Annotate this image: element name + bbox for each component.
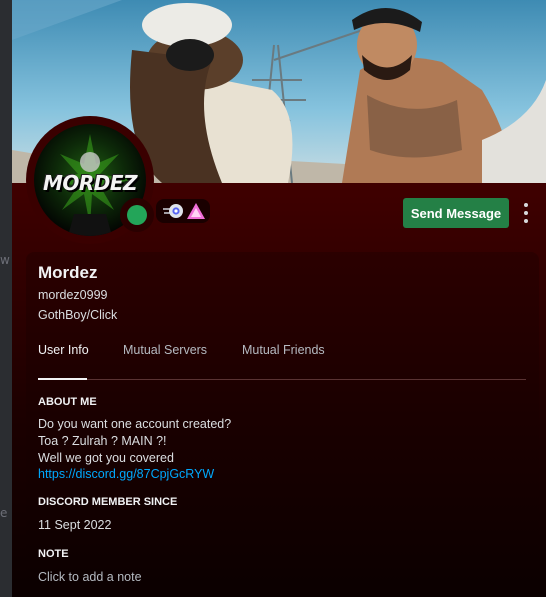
- user-profile-modal: MORDEZ Send Message Mordez mordez0999 Go…: [12, 0, 546, 597]
- tab-mutual-friends[interactable]: Mutual Friends: [242, 343, 325, 357]
- note-input[interactable]: Click to add a note: [38, 570, 142, 584]
- send-message-button[interactable]: Send Message: [403, 198, 509, 228]
- avatar[interactable]: MORDEZ: [26, 116, 154, 244]
- online-status-icon: [127, 205, 147, 225]
- avatar-logo-text: MORDEZ: [42, 171, 138, 195]
- about-me-line: Toa ? Zulrah ? MAIN ?!: [38, 434, 167, 448]
- about-me-title: ABOUT ME: [38, 396, 97, 408]
- active-tab-indicator: [38, 378, 87, 380]
- about-me-line: Do you want one account created?: [38, 417, 232, 431]
- username: mordez0999: [38, 288, 108, 302]
- hypesquad-speed-icon[interactable]: [162, 202, 184, 220]
- tab-user-info[interactable]: User Info: [38, 343, 89, 357]
- more-options-icon[interactable]: [519, 200, 533, 226]
- about-me-line: Well we got you covered: [38, 451, 174, 465]
- display-name: Mordez: [38, 263, 98, 282]
- triangle-badge-icon[interactable]: [186, 202, 206, 220]
- pronouns: GothBoy/Click: [38, 308, 118, 322]
- background-text: e: [0, 506, 8, 520]
- tab-mutual-servers[interactable]: Mutual Servers: [123, 343, 207, 357]
- member-since-date: 11 Sept 2022: [38, 518, 112, 532]
- note-title: NOTE: [38, 548, 69, 560]
- background-text: w: [0, 253, 10, 267]
- background-server-panel: w e: [0, 0, 12, 597]
- status-indicator: [120, 198, 154, 232]
- invite-link[interactable]: https://discord.gg/87CpjGcRYW: [38, 467, 214, 481]
- badge-list: [156, 199, 210, 223]
- profile-info-card: Mordez mordez0999 GothBoy/Click User Inf…: [26, 252, 539, 597]
- member-since-title: DISCORD MEMBER SINCE: [38, 496, 178, 508]
- tab-divider: [38, 379, 526, 380]
